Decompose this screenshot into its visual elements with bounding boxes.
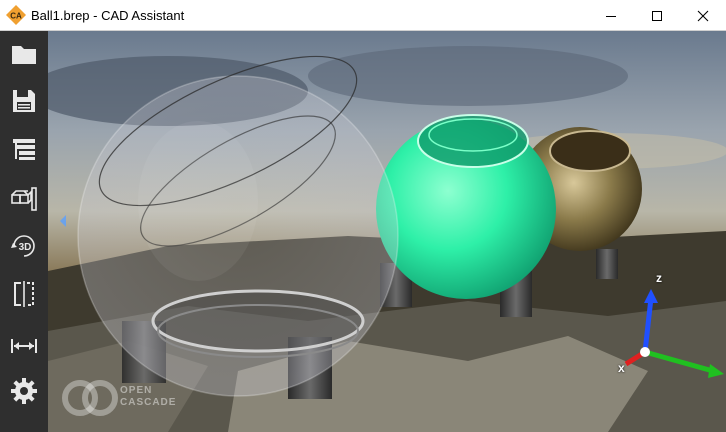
- explode-button[interactable]: [4, 181, 44, 217]
- rotate-3d-icon: 3D: [11, 235, 35, 257]
- clipping-button[interactable]: [4, 276, 44, 312]
- open-cascade-logo: [62, 378, 118, 418]
- axis-x-label: x: [618, 361, 625, 375]
- model-tree-button[interactable]: [4, 131, 44, 167]
- close-icon: [697, 10, 709, 21]
- axis-z-label: z: [656, 271, 662, 285]
- minimize-icon: [606, 15, 616, 17]
- window-title: Ball1.brep - CAD Assistant: [31, 8, 185, 23]
- open-cascade-wordmark: OPEN CASCADE: [120, 385, 177, 408]
- open-cascade-logo-icon: [62, 380, 118, 416]
- settings-button[interactable]: [4, 373, 44, 409]
- view-3d-button[interactable]: 3D: [4, 228, 44, 264]
- measure-button[interactable]: [4, 328, 44, 364]
- title-bar: CA Ball1.brep - CAD Assistant: [0, 0, 726, 31]
- cad-assistant-logo-icon: CA: [6, 5, 26, 25]
- view-3d-label: 3D: [19, 242, 32, 253]
- explode-icon: [11, 187, 37, 211]
- left-toolbar: 3D: [0, 31, 48, 432]
- save-icon: [13, 90, 35, 112]
- maximize-icon: [652, 10, 662, 21]
- maximize-button[interactable]: [634, 0, 680, 31]
- close-button[interactable]: [680, 0, 726, 31]
- app-icon-text: CA: [10, 12, 22, 21]
- gear-icon: [11, 378, 37, 404]
- 3d-viewport[interactable]: z x OPEN CASCADE: [48, 31, 726, 432]
- folder-icon: [12, 46, 36, 64]
- open-file-button[interactable]: [4, 36, 44, 72]
- clipping-plane-icon: [14, 281, 34, 307]
- minimize-button[interactable]: [588, 0, 634, 31]
- tree-icon: [13, 139, 35, 160]
- measure-icon: [11, 339, 37, 353]
- save-file-button[interactable]: [4, 83, 44, 119]
